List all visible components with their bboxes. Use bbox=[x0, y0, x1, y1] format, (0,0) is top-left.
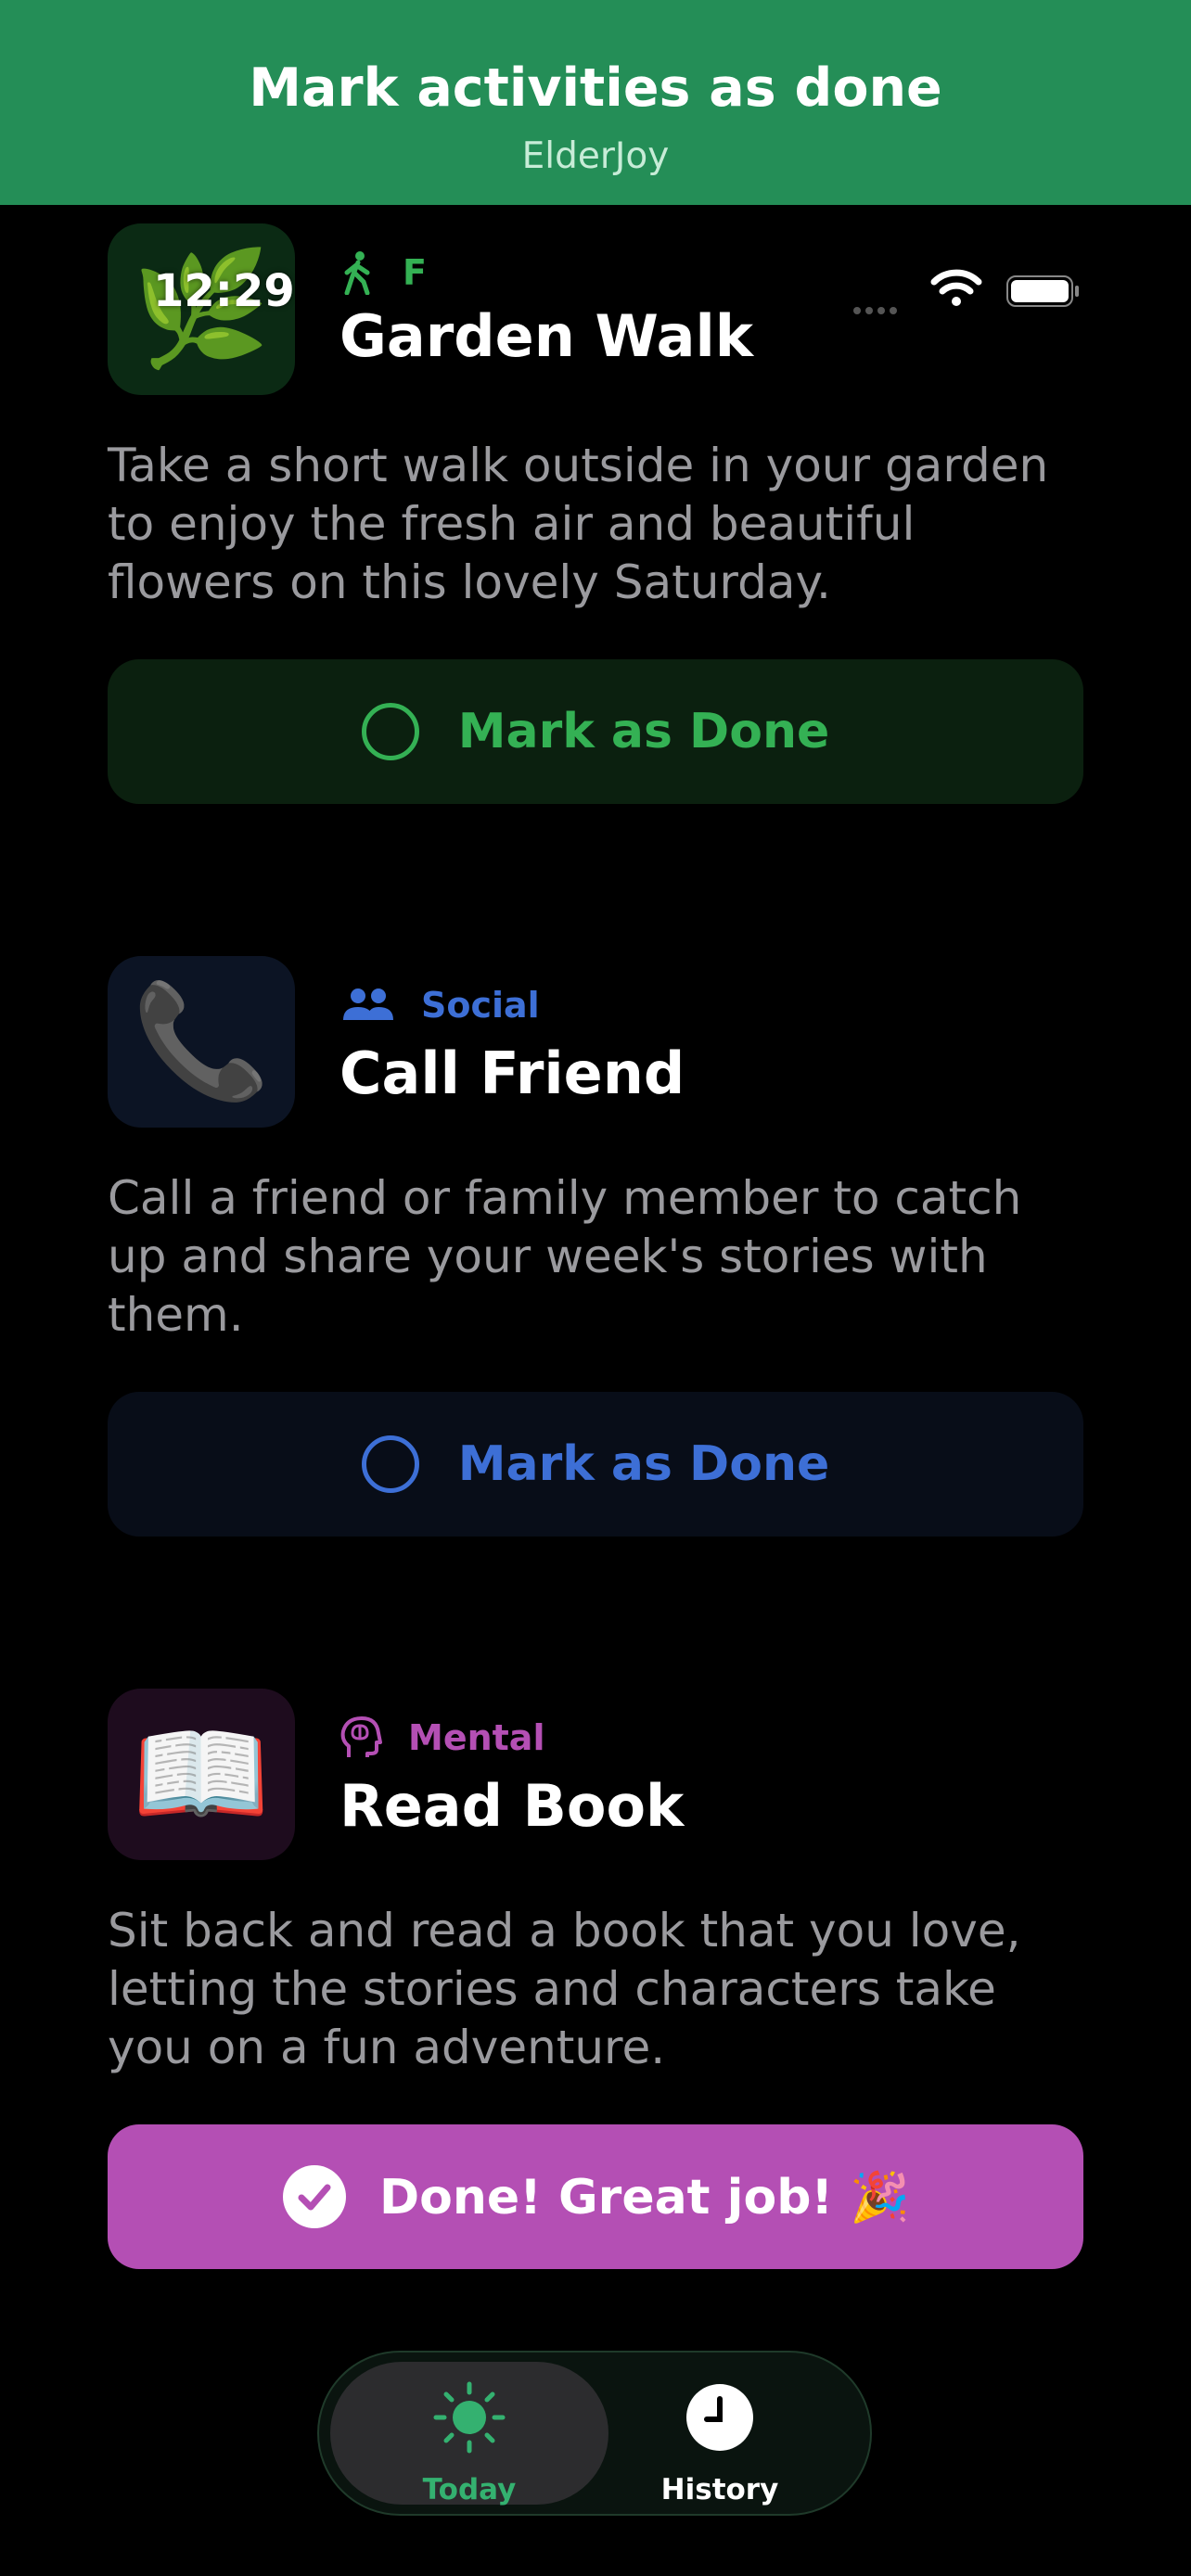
category-label: Mental bbox=[339, 1715, 544, 1761]
sun-icon bbox=[433, 2381, 506, 2454]
done-button[interactable]: Done! Great job! 🎉 bbox=[108, 2124, 1083, 2269]
clock-icon bbox=[686, 2384, 753, 2451]
empty-circle-icon bbox=[361, 703, 419, 760]
banner-title: Mark activities as done bbox=[249, 57, 942, 119]
banner-subtitle: ElderJoy bbox=[521, 135, 670, 177]
cellular-signal-icon bbox=[853, 300, 911, 314]
activity-description: Call a friend or family member to catch … bbox=[108, 1171, 1022, 1342]
empty-circle-icon bbox=[361, 1435, 419, 1493]
wifi-icon bbox=[930, 269, 982, 306]
open-book-icon: 📖 bbox=[108, 1689, 295, 1860]
button-label: Done! Great job! 🎉 bbox=[379, 2169, 910, 2225]
telephone-icon: 📞 bbox=[108, 956, 295, 1128]
brain-head-icon bbox=[340, 1716, 382, 1757]
category-text: Mental bbox=[408, 1717, 545, 1758]
button-label: Mark as Done bbox=[457, 1436, 830, 1492]
category-label: Social bbox=[339, 982, 540, 1028]
mark-as-done-button[interactable]: Mark as Done bbox=[108, 1392, 1083, 1537]
tab-label: History bbox=[660, 2473, 779, 2506]
activity-description: Take a short walk outside in your garden… bbox=[108, 439, 1049, 609]
activity-title: Call Friend bbox=[339, 1039, 685, 1107]
status-time: 12:29 bbox=[153, 265, 295, 317]
tab-bar: Today History bbox=[317, 2351, 872, 2516]
activity-title: Read Book bbox=[339, 1772, 685, 1840]
tab-today[interactable]: Today bbox=[330, 2362, 608, 2506]
people-icon bbox=[343, 988, 393, 1020]
tab-history[interactable]: History bbox=[581, 2362, 859, 2506]
status-bar: 12:29 bbox=[0, 250, 1191, 334]
battery-icon bbox=[1006, 275, 1079, 307]
category-text: Social bbox=[421, 985, 540, 1026]
mark-as-done-button[interactable]: Mark as Done bbox=[108, 659, 1083, 804]
checkmark-circle-icon bbox=[283, 2165, 346, 2228]
button-label: Mark as Done bbox=[457, 704, 830, 759]
activity-description: Sit back and read a book that you love, … bbox=[108, 1904, 1021, 2074]
toast-banner: Mark activities as done ElderJoy bbox=[0, 0, 1191, 205]
tab-label: Today bbox=[422, 2473, 517, 2506]
